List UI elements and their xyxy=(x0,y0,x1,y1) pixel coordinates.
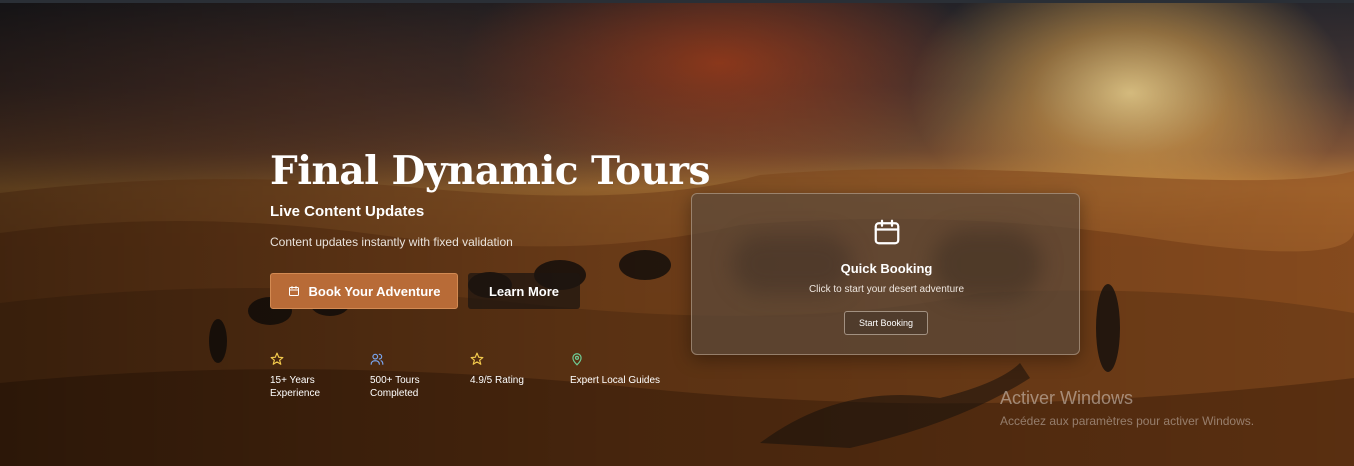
start-booking-label: Start Booking xyxy=(858,318,914,328)
calendar-icon xyxy=(288,286,299,296)
book-adventure-label: Book Your Adventure xyxy=(308,283,441,299)
hero-subtitle: Live Content Updates xyxy=(270,203,425,220)
stat-tours: 500+ Tours Completed xyxy=(370,352,465,400)
stat-label: 500+ Tours Completed xyxy=(370,375,420,399)
top-bar xyxy=(0,0,1354,3)
learn-more-label: Learn More xyxy=(488,283,560,299)
hero-section xyxy=(0,3,1354,466)
stat-guides: Expert Local Guides xyxy=(570,352,680,387)
quick-booking-subtitle: Click to start your desert adventure xyxy=(808,284,965,295)
star-icon xyxy=(470,352,484,365)
stat-experience: 15+ Years Experience xyxy=(270,352,365,400)
stat-label: 15+ Years Experience xyxy=(270,375,321,399)
users-icon xyxy=(370,353,384,365)
star-icon xyxy=(270,352,284,365)
map-pin-icon xyxy=(572,353,582,366)
hero-description: Content updates instantly with fixed val… xyxy=(270,235,513,249)
stat-label: Expert Local Guides xyxy=(570,375,661,386)
quick-booking-card[interactable]: Quick Booking Click to start your desert… xyxy=(691,193,1080,355)
windows-activation-title: Activer Windows xyxy=(1000,388,1134,408)
stat-label: 4.9/5 Rating xyxy=(470,375,524,386)
book-adventure-button[interactable]: Book Your Adventure xyxy=(270,273,458,309)
learn-more-button[interactable]: Learn More xyxy=(468,273,580,309)
start-booking-button[interactable]: Start Booking xyxy=(844,311,928,335)
windows-activation-subtitle: Accédez aux paramètres pour activer Wind… xyxy=(1000,414,1255,428)
hero-dark-overlay xyxy=(0,3,1354,466)
hero-title: Final Dynamic Tours xyxy=(270,148,710,194)
calendar-icon xyxy=(874,219,900,245)
quick-booking-title: Quick Booking xyxy=(840,261,933,276)
stat-rating: 4.9/5 Rating xyxy=(470,352,565,387)
